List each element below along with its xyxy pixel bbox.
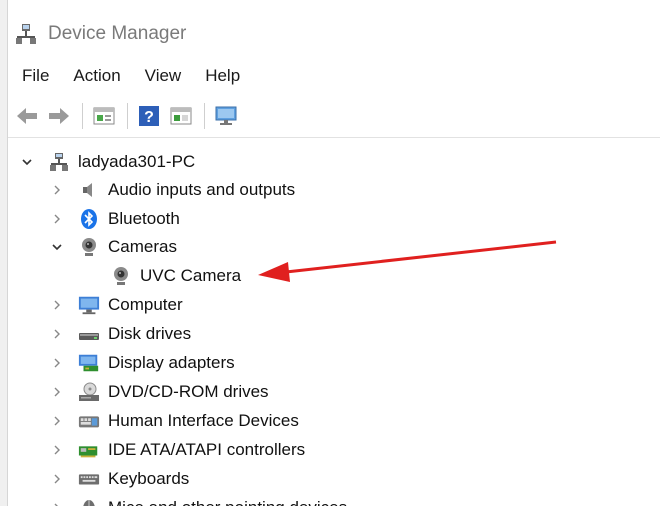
menu-view[interactable]: View	[145, 66, 182, 86]
tree-item-label: DVD/CD-ROM drives	[108, 382, 269, 401]
toolbar-separator	[127, 103, 128, 129]
chevron-right-icon[interactable]	[50, 356, 64, 370]
tree-item-label: Mice and other pointing devices	[108, 498, 347, 506]
tree-item-ide-controllers[interactable]: IDE ATA/ATAPI controllers	[50, 436, 305, 464]
toolbar-separator	[204, 103, 205, 129]
toolbar-divider	[8, 137, 660, 138]
window-title: Device Manager	[48, 23, 187, 44]
tree-item-bluetooth[interactable]: Bluetooth	[50, 205, 180, 233]
tree-root[interactable]: ladyada301-PC	[20, 148, 195, 176]
back-arrow-icon	[17, 108, 37, 124]
tree-item-label: UVC Camera	[140, 266, 242, 285]
mouse-icon	[78, 497, 100, 506]
tree-item-label: Audio inputs and outputs	[108, 180, 296, 199]
properties-icon	[93, 107, 115, 125]
tree-item-label: Disk drives	[108, 324, 192, 343]
webcam-icon	[110, 265, 132, 287]
hid-icon	[78, 410, 100, 432]
svg-text:?: ?	[144, 109, 154, 126]
toolbar: ?	[14, 99, 245, 133]
tree-item-label: Computer	[108, 295, 183, 314]
monitor-icon	[215, 106, 237, 125]
tree-item-audio[interactable]: Audio inputs and outputs	[50, 176, 295, 204]
tree-item-uvc-camera[interactable]: UVC Camera	[110, 262, 241, 290]
tree-item-display-adapters[interactable]: Display adapters	[50, 349, 235, 377]
tree-item-label: Keyboards	[108, 469, 190, 488]
chevron-right-icon[interactable]	[50, 414, 64, 428]
tree-item-keyboards[interactable]: Keyboards	[50, 465, 189, 493]
chevron-right-icon[interactable]	[50, 501, 64, 506]
tree-item-label: Display adapters	[108, 353, 235, 372]
disk-drive-icon	[78, 323, 100, 345]
properties-button[interactable]	[91, 103, 117, 129]
tree-item-label: IDE ATA/ATAPI controllers	[108, 440, 306, 459]
menu-help[interactable]: Help	[205, 66, 240, 86]
update-driver-button[interactable]	[168, 103, 194, 129]
device-manager-window: Device Manager File Action View Help ? l…	[0, 0, 660, 506]
computer-network-icon	[48, 151, 70, 173]
scan-hardware-button[interactable]	[213, 103, 239, 129]
update-driver-icon	[170, 107, 192, 125]
forward-button[interactable]	[46, 103, 72, 129]
speaker-icon	[78, 179, 100, 201]
window-left-border	[0, 0, 8, 506]
computer-icon	[78, 294, 100, 316]
tree-item-hid[interactable]: Human Interface Devices	[50, 407, 299, 435]
chevron-right-icon[interactable]	[50, 183, 64, 197]
tree-root-label: ladyada301-PC	[78, 152, 196, 171]
menu-bar: File Action View Help	[22, 62, 264, 90]
tree-item-dvd-drives[interactable]: DVD/CD-ROM drives	[50, 378, 269, 406]
webcam-icon	[78, 236, 100, 258]
tree-item-label: Cameras	[108, 237, 177, 256]
chevron-right-icon[interactable]	[50, 298, 64, 312]
toolbar-separator	[82, 103, 83, 129]
tree-item-label: Bluetooth	[108, 209, 180, 228]
chevron-right-icon[interactable]	[50, 443, 64, 457]
tree-item-cameras[interactable]: Cameras	[50, 233, 177, 261]
chevron-right-icon[interactable]	[50, 212, 64, 226]
chevron-down-icon[interactable]	[20, 155, 34, 169]
help-icon: ?	[139, 106, 159, 126]
chevron-right-icon[interactable]	[50, 327, 64, 341]
tree-item-label: Human Interface Devices	[108, 411, 299, 430]
title-bar: Device Manager	[14, 18, 186, 50]
chevron-right-icon[interactable]	[50, 385, 64, 399]
tree-item-disk-drives[interactable]: Disk drives	[50, 320, 191, 348]
menu-file[interactable]: File	[22, 66, 49, 86]
ide-controller-icon	[78, 439, 100, 461]
tree-item-computer[interactable]: Computer	[50, 291, 183, 319]
bluetooth-icon	[78, 208, 100, 230]
back-button[interactable]	[14, 103, 40, 129]
chevron-down-icon[interactable]	[50, 240, 64, 254]
help-button[interactable]: ?	[136, 103, 162, 129]
keyboard-icon	[78, 468, 100, 490]
forward-arrow-icon	[49, 108, 69, 124]
display-adapter-icon	[78, 352, 100, 374]
menu-action[interactable]: Action	[73, 66, 120, 86]
device-manager-icon	[14, 22, 38, 46]
tree-item-mice[interactable]: Mice and other pointing devices	[50, 494, 347, 506]
dvd-drive-icon	[78, 381, 100, 403]
chevron-right-icon[interactable]	[50, 472, 64, 486]
